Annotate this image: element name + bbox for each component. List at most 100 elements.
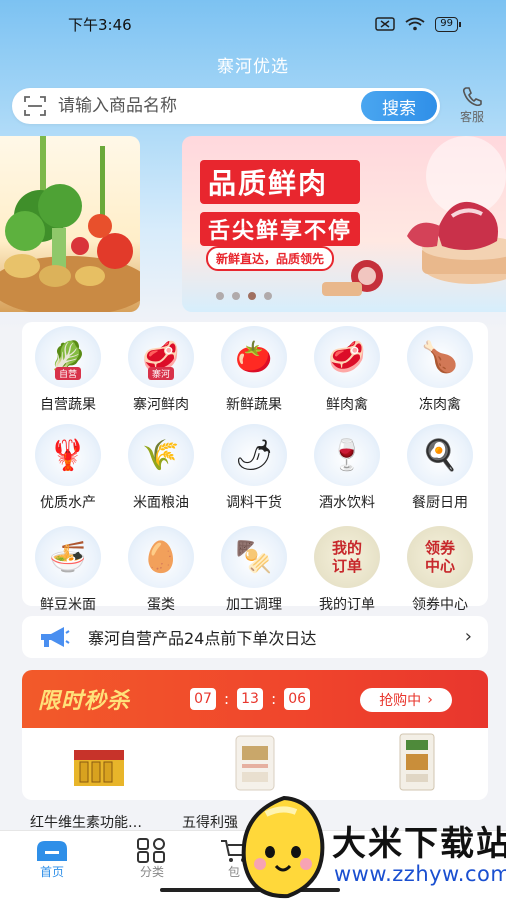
category-label: 调料干货 [226, 495, 282, 511]
category-label: 酒水饮料 [319, 495, 375, 511]
flash-buy-label: 抢购中 [379, 693, 422, 709]
banner-tag: 新鲜直达，品质领先 [206, 246, 335, 271]
countdown-separator: : [271, 690, 277, 708]
product-card[interactable] [34, 732, 174, 800]
flash-products [22, 732, 488, 800]
category-glyph: 🌾 [142, 437, 180, 473]
category-item[interactable]: 🍗 冻肉禽 [394, 326, 486, 416]
watermark: 大米下载站 www.zzhyw.com [236, 794, 506, 900]
category-grid-icon [137, 838, 165, 863]
skewer-plate-icon: 🍢 [221, 526, 287, 588]
category-glyph: 🍜 [49, 539, 87, 575]
notice-bar[interactable]: 寨河自营产品24点前下单次日达 › [22, 616, 488, 658]
banner-vegetables[interactable] [0, 136, 140, 312]
home-icon [37, 841, 67, 861]
spice-bowl-icon: 🌶 [221, 424, 287, 486]
product-card[interactable] [190, 732, 330, 800]
category-item[interactable]: 🍳 餐厨日用 [394, 424, 486, 514]
steak-board-icon: 🥩 [314, 326, 380, 388]
category-item[interactable]: 🍢 加工调理 [208, 526, 300, 616]
coupon-center-icon: 领券中心 [407, 526, 473, 588]
vegetable-basket-icon: 🥬 自营 [35, 326, 101, 388]
energy-drink-box-icon [74, 750, 124, 786]
kitchenware-icon: 🍳 [407, 424, 473, 486]
category-item[interactable]: 🌶 调料干货 [208, 424, 300, 514]
category-item[interactable]: 我的订单 我的订单 [301, 526, 393, 616]
battery-icon: 99 [435, 16, 461, 32]
category-item[interactable]: 🥩 寨河 寨河鲜肉 [115, 326, 207, 416]
flash-buy-button[interactable]: 抢购中 › [360, 688, 452, 712]
carousel-dot[interactable] [264, 292, 272, 300]
seafood-pot-icon: 🦞 [35, 424, 101, 486]
status-time: 下午3:46 [68, 15, 132, 34]
chevron-right-icon: › [464, 626, 472, 647]
chevron-right-icon: › [427, 692, 433, 708]
countdown-seconds: 06 [284, 688, 311, 710]
roast-chicken-icon: 🍗 [407, 326, 473, 388]
category-icon-text: 领券中心 [424, 539, 455, 575]
phone-icon [462, 87, 482, 106]
carousel-dot-active[interactable] [248, 292, 256, 300]
category-glyph: 🌶 [234, 437, 274, 473]
notice-text: 寨河自营产品24点前下单次日达 [88, 629, 317, 648]
tab-category-label: 分类 [139, 865, 164, 879]
category-label: 新鲜蔬果 [226, 397, 282, 413]
countdown-timer: 07 : 13 : 06 [190, 688, 311, 710]
category-glyph: 🍳 [421, 437, 459, 473]
flash-sale-header: 限时秒杀 07 : 13 : 06 抢购中 › [22, 670, 488, 728]
countdown-separator: : [224, 690, 230, 708]
search-bar[interactable]: 搜索 [12, 88, 440, 124]
category-label: 蛋类 [147, 597, 175, 613]
category-item[interactable]: 🥬 自营自营蔬果 [22, 326, 114, 416]
category-item[interactable]: 领券中心 领券中心 [394, 526, 486, 616]
category-label: 鲜肉禽 [326, 397, 368, 413]
scan-icon[interactable] [24, 96, 46, 116]
category-glyph: 🍗 [421, 339, 459, 375]
wine-bottle-icon: 🍷 [314, 424, 380, 486]
search-input[interactable] [58, 96, 348, 116]
category-item[interactable]: 🥚 蛋类 [115, 526, 207, 616]
category-grid: 🥬 自营 自营蔬果 🥩 寨河 寨河鲜肉 🍅 新鲜蔬果 🥩 鲜肉禽 🍗 冻肉禽 🦞 优质水产 🌾 米面粮油 🌶 调料… [22, 322, 488, 613]
category-badge: 自营 [54, 367, 82, 380]
flash-sale-section: 限时秒杀 07 : 13 : 06 抢购中 › [22, 670, 488, 800]
countdown-hours: 07 [190, 688, 216, 710]
vegetables-image [0, 136, 140, 312]
service-label: 客服 [459, 110, 484, 124]
sim-off-icon [375, 17, 396, 31]
tab-category[interactable]: 分类 [122, 837, 182, 887]
category-label: 优质水产 [40, 495, 96, 511]
banner-title: 品质鲜肉 [200, 160, 361, 204]
category-icon-text: 我的订单 [331, 539, 362, 575]
carousel-dot[interactable] [232, 292, 240, 300]
flash-sale-title: 限时秒杀 [38, 689, 131, 714]
category-glyph: 🍢 [235, 539, 273, 575]
noodle-bowl-icon: 🍜 [35, 526, 101, 588]
banner-subtitle: 舌尖鲜享不停 [200, 212, 361, 246]
flour-bag-icon [235, 735, 275, 791]
product-card[interactable] [352, 732, 488, 800]
watermark-url: www.zzhyw.com [334, 862, 506, 886]
category-label: 自营蔬果 [40, 397, 96, 413]
category-item[interactable]: 🍷 酒水饮料 [301, 424, 393, 514]
tab-home-label: 首页 [39, 865, 64, 879]
carousel-dot[interactable] [216, 292, 224, 300]
category-item[interactable]: 🌾 米面粮油 [115, 424, 207, 514]
category-item[interactable]: 🥩 鲜肉禽 [301, 326, 393, 416]
my-orders-icon: 我的订单 [314, 526, 380, 588]
category-label: 米面粮油 [133, 495, 189, 511]
banner-fresh-meat[interactable]: 品质鲜肉 舌尖鲜享不停 新鲜直达，品质领先 [182, 136, 506, 312]
category-item[interactable]: 🍅 新鲜蔬果 [208, 326, 300, 416]
category-item[interactable]: 🦞 优质水产 [22, 424, 114, 514]
category-label: 冻肉禽 [419, 397, 461, 413]
customer-service-button[interactable]: 客服 [452, 86, 492, 126]
mascot-logo-icon [241, 795, 325, 899]
category-item[interactable]: 🍜 鲜豆米面 [22, 526, 114, 616]
megaphone-icon [41, 627, 70, 647]
search-button[interactable]: 搜索 [361, 91, 437, 121]
watermark-text: 大米下载站 [332, 824, 506, 864]
banner-text: 品质鲜肉 舌尖鲜享不停 [200, 160, 361, 246]
tab-home[interactable]: 首页 [22, 837, 82, 887]
grain-basin-icon: 🌾 [128, 424, 194, 486]
category-label: 寨河鲜肉 [133, 397, 189, 413]
carousel-dots [216, 292, 272, 300]
